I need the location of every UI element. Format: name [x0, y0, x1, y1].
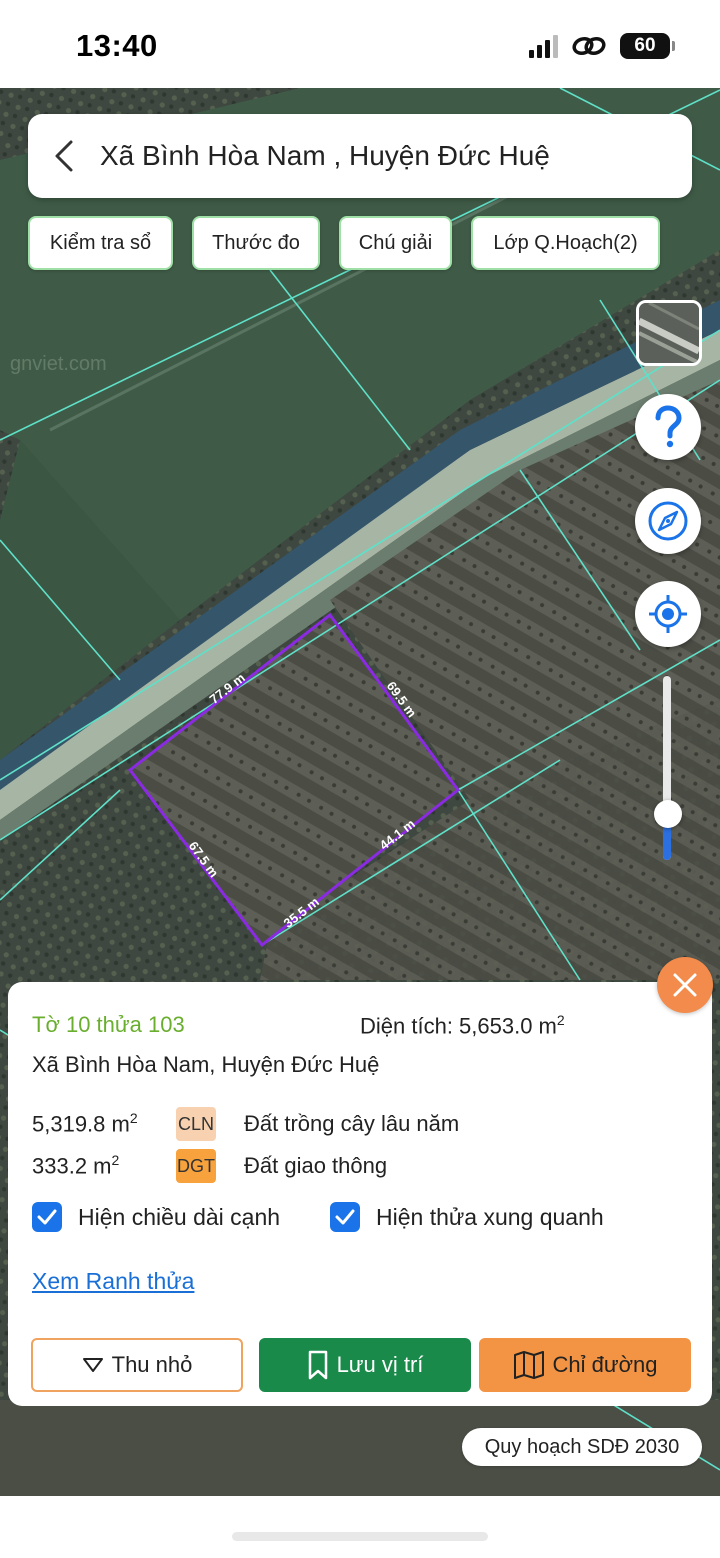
land-use-area-value: 5,319.8 m: [32, 1111, 130, 1137]
satellite-layer-icon: [639, 303, 699, 363]
chip-planning-layer[interactable]: Lớp Q.Hoạch(2): [471, 216, 660, 270]
compass-button[interactable]: [635, 488, 701, 554]
status-icons: 60: [529, 33, 675, 59]
land-use-name: Đất trồng cây lâu năm: [244, 1111, 460, 1136]
chip-measure[interactable]: Thước đo: [192, 216, 320, 270]
land-use-name: Đất giao thông: [244, 1153, 388, 1178]
directions-label: Chỉ đường: [552, 1352, 658, 1377]
close-panel-button[interactable]: [657, 957, 713, 1013]
planning-layer-badge[interactable]: Quy hoạch SDĐ 2030: [462, 1428, 702, 1466]
land-use-code-badge: CLN: [176, 1107, 216, 1141]
zoom-slider-thumb[interactable]: [654, 800, 682, 828]
parcel-info-panel: Tờ 10 thửa 103 Diện tích: 5,653.0 m2 Xã …: [8, 982, 712, 1406]
land-use-code-badge: DGT: [176, 1149, 216, 1183]
map-icon: [513, 1351, 544, 1379]
show-edge-length-option[interactable]: Hiện chiều dài cạnh: [32, 1202, 280, 1232]
question-icon: [655, 405, 682, 448]
show-edge-length-checkbox[interactable]: [32, 1202, 62, 1232]
area-label: Diện tích: 5,653.0 m: [360, 1013, 557, 1039]
status-bar: 13:40 60: [0, 0, 720, 90]
status-time: 13:40: [76, 28, 158, 63]
chevron-left-icon: [55, 140, 73, 172]
parcel-id: Tờ 10 thửa 103: [32, 1012, 185, 1037]
triangle-down-icon: [82, 1358, 103, 1372]
land-use-row: 333.2 m2 DGT Đất giao thông: [32, 1148, 387, 1184]
parcel-area-total: Diện tích: 5,653.0 m2: [360, 1012, 565, 1039]
signal-icon: [529, 34, 558, 58]
view-parcel-boundary-link[interactable]: Xem Ranh thửa: [32, 1268, 194, 1295]
map-watermark: gnviet.com: [10, 353, 107, 375]
home-indicator: [232, 1532, 488, 1541]
chip-check-title-deed[interactable]: Kiểm tra sổ: [28, 216, 173, 270]
land-use-area: 5,319.8 m2: [32, 1110, 176, 1137]
show-neighbors-checkbox[interactable]: [330, 1202, 360, 1232]
directions-button[interactable]: Chỉ đường: [479, 1338, 691, 1392]
zoom-slider-track[interactable]: [663, 676, 671, 860]
show-edge-length-label: Hiện chiều dài cạnh: [78, 1203, 281, 1230]
link-icon: [572, 36, 606, 56]
parcel-address: Xã Bình Hòa Nam, Huyện Đức Huệ: [32, 1052, 380, 1077]
show-neighbors-option[interactable]: Hiện thửa xung quanh: [330, 1202, 604, 1232]
land-use-area-sup: 2: [129, 1110, 138, 1127]
chip-legend[interactable]: Chú giải: [339, 216, 452, 270]
help-button[interactable]: [635, 394, 701, 460]
compass-icon: [648, 501, 688, 541]
checkmark-icon: [335, 1209, 355, 1225]
location-title: Xã Bình Hòa Nam , Huyện Đức Huệ: [100, 140, 550, 171]
back-button[interactable]: [28, 114, 100, 198]
land-use-area-value: 333.2 m: [32, 1153, 112, 1179]
bookmark-icon: [308, 1350, 327, 1380]
crosshair-icon: [649, 595, 687, 633]
land-use-area: 333.2 m2: [32, 1152, 176, 1179]
battery-icon: 60: [620, 33, 675, 59]
checkmark-icon: [37, 1209, 57, 1225]
map-layer-toggle[interactable]: [636, 300, 702, 366]
show-neighbors-label: Hiện thửa xung quanh: [376, 1203, 604, 1230]
close-icon: [673, 973, 697, 997]
map-tool-chips: Kiểm tra sổ Thước đo Chú giải Lớp Q.Hoạc…: [0, 216, 720, 272]
save-location-button[interactable]: Lưu vị trí: [259, 1338, 471, 1392]
area-unit-sup: 2: [556, 1012, 565, 1028]
land-use-row: 5,319.8 m2 CLN Đất trồng cây lâu năm: [32, 1106, 459, 1142]
land-use-area-sup: 2: [111, 1152, 120, 1169]
location-header: Xã Bình Hòa Nam , Huyện Đức Huệ: [28, 114, 692, 198]
shrink-button[interactable]: Thu nhỏ: [31, 1338, 243, 1392]
shrink-label: Thu nhỏ: [111, 1352, 193, 1377]
my-location-button[interactable]: [635, 581, 701, 647]
save-location-label: Lưu vị trí: [336, 1352, 424, 1377]
